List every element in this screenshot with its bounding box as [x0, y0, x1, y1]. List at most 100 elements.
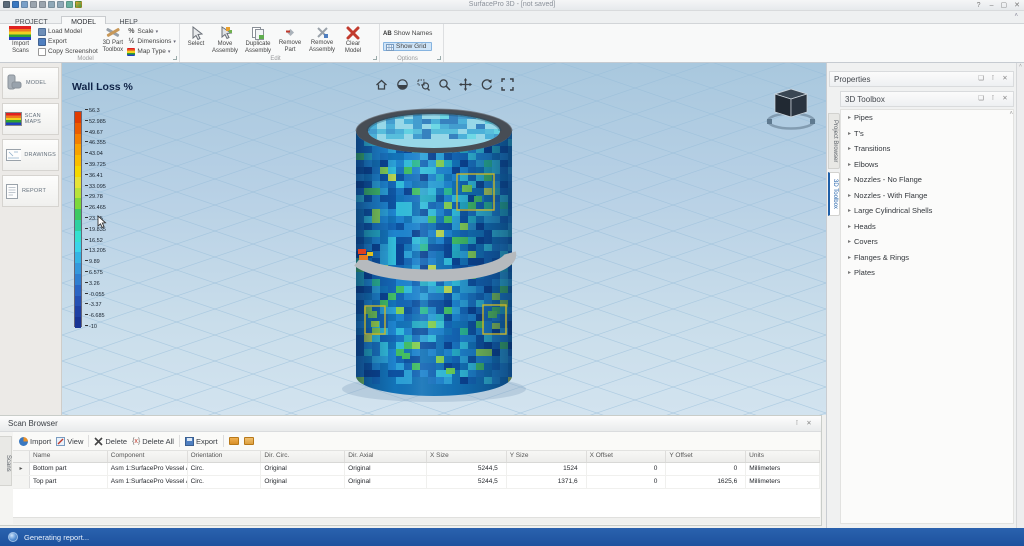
toolbox-item[interactable]: ▸Covers — [841, 234, 1013, 250]
sidebar-item-drawings[interactable]: DRAWINGS — [2, 139, 59, 171]
toolbox-item[interactable]: ▸Pipes — [841, 110, 1013, 126]
scan-delete-button[interactable]: Delete — [94, 437, 127, 446]
scan-table[interactable]: NameComponentOrientationDir. Circ.Dir. A… — [13, 451, 820, 517]
expand-arrow-icon[interactable]: ▸ — [848, 207, 851, 214]
undo-icon[interactable] — [30, 1, 37, 8]
open-icon[interactable] — [21, 1, 28, 8]
sidebar-item-scan-maps[interactable]: SCAN MAPS — [2, 103, 59, 135]
expand-arrow-icon[interactable]: ▸ — [848, 254, 851, 261]
show-names-toggle[interactable]: AB Show Names — [383, 29, 432, 38]
remove-assembly-button[interactable]: Remove Assembly — [305, 25, 339, 55]
orbit-view-icon[interactable] — [395, 77, 410, 92]
column-header[interactable]: Y Offset — [666, 451, 746, 462]
map-type-dropdown[interactable]: Map Type▾ — [127, 47, 176, 56]
column-header[interactable]: X Offset — [587, 451, 667, 462]
properties-pin-icon[interactable]: ⊺ — [989, 75, 997, 83]
export-button[interactable]: Export — [38, 37, 98, 46]
toolbox-item[interactable]: ▸Nozzles - No Flange — [841, 172, 1013, 188]
3d-viewport-canvas[interactable] — [62, 63, 826, 415]
list-scroll-up-icon[interactable]: ˄ — [1009, 111, 1013, 117]
paste-icon[interactable] — [244, 437, 254, 445]
model-group-launcher[interactable] — [173, 56, 177, 60]
toolbox-item[interactable]: ▸Plates — [841, 265, 1013, 281]
column-header[interactable]: Name — [30, 451, 108, 462]
sidebar-item-report[interactable]: REPORT — [2, 175, 59, 207]
table-row[interactable]: Top partAsm 1:SurfacePro Vessel A(1)Circ… — [13, 476, 820, 489]
toolbox-item[interactable]: ▸Large Cylindrical Shells — [841, 203, 1013, 219]
expand-arrow-icon[interactable]: ▸ — [848, 269, 851, 276]
screenshot-icon[interactable] — [66, 1, 73, 8]
ribbon-collapse-icon[interactable]: ˄ — [1014, 13, 1018, 19]
column-header[interactable]: Units — [746, 451, 820, 462]
table-horizontal-scrollbar[interactable] — [13, 517, 820, 524]
fit-view-icon[interactable] — [500, 77, 515, 92]
tab-3d-toolbox[interactable]: 3D Toolbox — [828, 172, 840, 216]
minimize-button[interactable]: – — [990, 1, 994, 10]
expand-arrow-icon[interactable]: ▸ — [848, 223, 851, 230]
import-scans-button[interactable]: Import Scans — [3, 25, 38, 55]
column-header[interactable]: Orientation — [188, 451, 262, 462]
toolbox-item[interactable]: ▸T's — [841, 126, 1013, 142]
3d-part-toolbox-button[interactable]: 3D Part Toolbox — [98, 25, 127, 55]
remove-part-button[interactable]: Remove Part — [275, 25, 305, 55]
toolbox-item[interactable]: ▸Elbows — [841, 157, 1013, 173]
move-assembly-button[interactable]: Move Assembly — [209, 25, 241, 55]
copy-screenshot-button[interactable]: Copy Screenshot — [38, 47, 98, 56]
select-button[interactable]: Select — [183, 25, 209, 55]
column-header[interactable]: Dir. Circ. — [261, 451, 345, 462]
toolbox-close-icon[interactable]: ✕ — [1001, 95, 1009, 103]
table-row[interactable]: ▸Bottom partAsm 1:SurfacePro Vessel A(1)… — [13, 463, 820, 476]
clear-model-button[interactable]: Clear Model — [339, 25, 367, 55]
expand-arrow-icon[interactable]: ▸ — [848, 176, 851, 183]
toolbox-item[interactable]: ▸Transitions — [841, 141, 1013, 157]
duplicate-assembly-button[interactable]: Duplicate Assembly — [241, 25, 275, 55]
expand-arrow-icon[interactable]: ▸ — [848, 114, 851, 121]
expand-arrow-icon[interactable]: ▸ — [848, 145, 851, 152]
scan-export-button[interactable]: Export — [185, 437, 218, 446]
settings-globe-icon[interactable] — [75, 1, 82, 8]
scan-browser-close-icon[interactable]: ✕ — [805, 420, 813, 428]
show-grid-toggle[interactable]: Show Grid — [383, 42, 432, 51]
toolbox-item[interactable]: ▸Heads — [841, 219, 1013, 235]
column-header[interactable]: Dir. Axial — [345, 451, 427, 462]
scan-delete-all-button[interactable]: {x} Delete All — [132, 437, 174, 446]
zoom-in-icon[interactable] — [48, 1, 55, 8]
sidebar-item-model[interactable]: MODEL — [2, 67, 59, 99]
expand-arrow-icon[interactable]: ▸ — [848, 192, 851, 199]
redo-icon[interactable] — [39, 1, 46, 8]
column-header[interactable]: Component — [108, 451, 188, 462]
scan-browser-pin-icon[interactable]: ⊺ — [793, 420, 801, 428]
edit-group-launcher[interactable] — [373, 56, 377, 60]
view-cube[interactable] — [762, 83, 820, 140]
zoom-icon[interactable] — [437, 77, 452, 92]
close-button[interactable]: ✕ — [1014, 1, 1020, 10]
load-model-button[interactable]: Load Model — [38, 27, 98, 36]
maximize-button[interactable]: ▢ — [1001, 1, 1008, 10]
home-view-icon[interactable] — [374, 77, 389, 92]
scans-side-tab[interactable]: Scans — [0, 436, 12, 486]
3d-viewport[interactable]: Wall Loss % 56.352.98549.6746.35543.0439… — [62, 63, 826, 415]
new-document-icon[interactable] — [3, 1, 10, 8]
tab-project-browser[interactable]: Project Browser — [828, 113, 840, 169]
pan-icon[interactable] — [458, 77, 473, 92]
copy-icon[interactable] — [229, 437, 239, 445]
zoom-out-icon[interactable] — [57, 1, 64, 8]
column-header[interactable]: Y Size — [507, 451, 587, 462]
scan-import-button[interactable]: Import — [19, 437, 51, 446]
options-group-launcher[interactable] — [437, 56, 441, 60]
toolbox-pin-icon[interactable]: ⊺ — [989, 95, 997, 103]
save-icon[interactable] — [12, 1, 19, 8]
expand-arrow-icon[interactable]: ▸ — [848, 238, 851, 245]
toolbox-item[interactable]: ▸Nozzles - With Flange — [841, 188, 1013, 204]
properties-float-icon[interactable]: ❏ — [977, 75, 985, 83]
properties-close-icon[interactable]: ✕ — [1001, 75, 1009, 83]
toolbox-float-icon[interactable]: ❏ — [977, 95, 985, 103]
rotate-view-icon[interactable] — [479, 77, 494, 92]
expand-arrow-icon[interactable]: ▸ — [848, 130, 851, 137]
column-header[interactable]: X Size — [427, 451, 507, 462]
scan-view-button[interactable]: View — [56, 437, 83, 446]
toolbox-item[interactable]: ▸Flanges & Rings — [841, 250, 1013, 266]
zoom-window-icon[interactable] — [416, 77, 431, 92]
scale-dropdown[interactable]: % Scale▾ — [127, 27, 176, 36]
expand-arrow-icon[interactable]: ▸ — [848, 161, 851, 168]
